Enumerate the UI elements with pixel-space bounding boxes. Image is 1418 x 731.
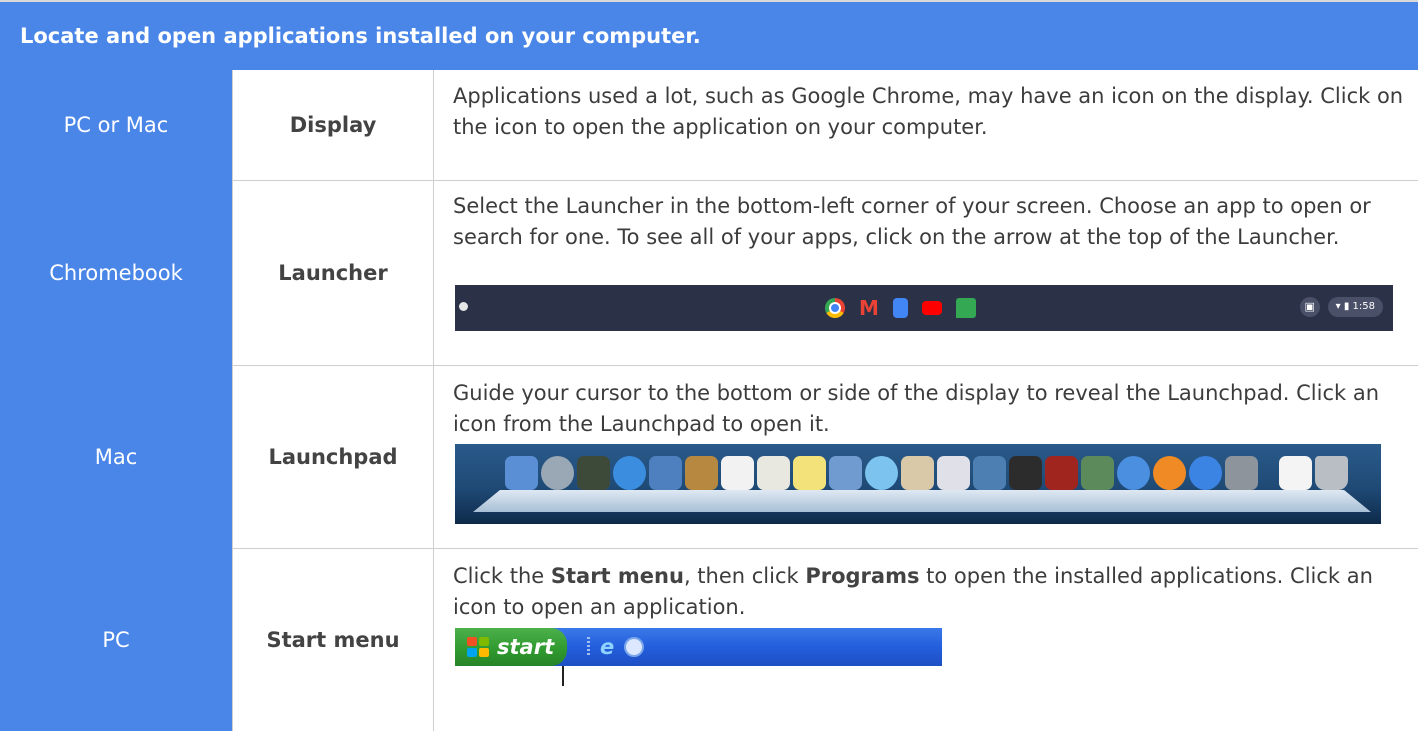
description-cell-launcher: Select the Launcher in the bottom-left c… [433,180,1418,365]
platform-label: PC [102,627,130,652]
show-desktop-icon [624,637,645,657]
start-button: start [455,628,567,666]
system-preferences-icon [1225,456,1258,490]
description-segment: Click the [453,564,551,588]
ibooks-icon [1153,456,1186,490]
row-divider [232,365,1418,366]
dock-icons [505,456,1348,490]
platform-label: Mac [94,444,138,469]
gmail-icon: M [859,296,879,320]
method-label: Display [289,113,377,137]
row-divider [232,548,1418,549]
method-cell-launcher: Launcher [232,180,433,365]
status-tray: ▣ ▾ ▮ 1:58 [1299,297,1383,317]
programs-emphasis: Programs [805,564,920,588]
description-text: Guide your cursor to the bottom or side … [453,381,1380,436]
table-title: Locate and open applications installed o… [20,24,701,48]
description-segment: , then click [683,564,806,588]
description-text: Click the Start menu, then click Program… [453,561,1408,623]
quick-launch: e [587,635,645,659]
method-label: Start menu [266,627,400,652]
mac-dock-screenshot [455,444,1381,524]
start-label: start [497,634,555,659]
app-store-icon [1189,456,1222,490]
youtube-icon [922,301,942,315]
preview-photo-icon [829,456,862,490]
document-icon [1279,456,1312,490]
chart-app-icon [937,456,970,490]
itunes-icon [1117,456,1150,490]
safari-icon [613,456,646,490]
notification-icon: ▣ [1299,297,1320,317]
chat-icon [956,298,976,318]
internet-explorer-icon: e [600,635,615,659]
trash-icon [1315,456,1348,490]
tray-time: ▾ ▮ 1:58 [1327,297,1383,317]
table-header: Locate and open applications installed o… [0,0,1418,70]
launchpad-icon [541,456,574,490]
windows-xp-taskbar-screenshot: start e [455,628,942,666]
method-cell-start-menu: Start menu [232,548,433,731]
launcher-icon [459,302,468,311]
method-cell-display: Display [232,70,433,180]
shelf-apps: M [825,298,976,318]
chrome-icon [825,298,845,318]
dock-shelf [473,490,1371,512]
photo-booth-icon [1045,456,1078,490]
platform-cell-chromebook: Chromebook [0,180,232,365]
keynote-icon [973,456,1006,490]
finder-icon [505,456,538,490]
platform-cell-pc-or-mac: PC or Mac [0,70,232,180]
description-text: Select the Launcher in the bottom-left c… [453,194,1371,249]
description-cell-start-menu: Click the Start menu, then click Program… [433,548,1418,731]
calendar-icon [721,456,754,490]
windows-logo-icon [467,637,489,657]
facetime-icon [1009,456,1042,490]
cursor-icon [562,666,564,686]
clock-text: 1:58 [1352,301,1375,312]
toolbar-grip [587,637,590,657]
row-divider [232,180,1418,181]
platform-label: PC or Mac [63,113,169,137]
preview-icon [649,456,682,490]
platform-cell-pc: PC [0,548,232,731]
method-label: Launchpad [268,444,398,469]
address-book-icon [685,456,718,490]
iphoto-icon [1081,456,1114,490]
method-cell-launchpad: Launchpad [232,365,433,548]
docs-icon [893,298,908,318]
chromebook-shelf-screenshot: M ▣ ▾ ▮ 1:58 [455,285,1393,331]
description-cell-display: Applications used a lot, such as Google … [433,70,1418,180]
dashboard-icon [577,456,610,490]
page: Locate and open applications installed o… [0,0,1418,731]
platform-label: Chromebook [49,260,183,285]
method-label: Launcher [278,260,388,285]
description-text: Applications used a lot, such as Google … [453,84,1404,139]
start-menu-emphasis: Start menu [550,564,684,588]
notes-icon [793,456,826,490]
description-cell-launchpad: Guide your cursor to the bottom or side … [433,365,1418,548]
platform-cell-mac: Mac [0,365,232,548]
ichat-icon [865,456,898,490]
script-editor-icon [901,456,934,490]
textedit-icon [757,456,790,490]
